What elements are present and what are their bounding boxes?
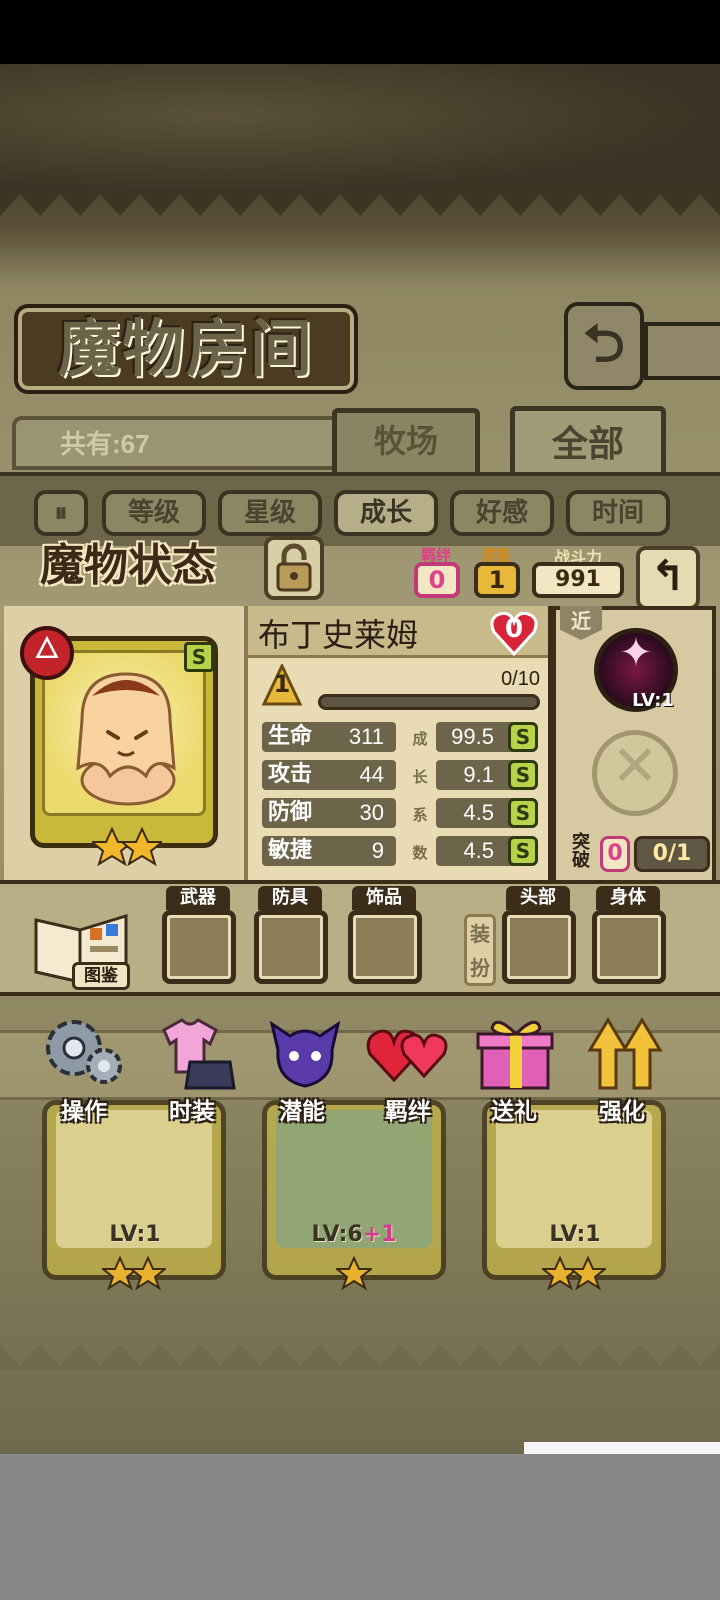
rank-badge: S [184, 642, 214, 672]
breakthrough-progress: 0/1 [634, 836, 710, 872]
outfit-icon[interactable] [150, 1010, 236, 1094]
potential-button[interactable]: 潜能 [252, 1092, 352, 1125]
monster-count: 共有:67 [60, 429, 150, 459]
sort-by-time-button[interactable]: 时间 [566, 490, 670, 536]
fashion-button[interactable]: 时装 [142, 1092, 242, 1125]
monster-level: 1 [273, 670, 291, 698]
bond-button[interactable]: 羁绊 [358, 1092, 458, 1125]
tab-all[interactable]: 全部 [510, 406, 666, 476]
sparkle-skill-icon: ✦ [619, 630, 653, 676]
padlock-icon [276, 543, 312, 592]
combat-power-value: 991 [532, 562, 624, 598]
close-icon: ✕ [611, 734, 659, 799]
atlas-button-label[interactable]: 图鉴 [72, 962, 130, 990]
return-arrow-icon: ↰ [650, 551, 686, 600]
star-icon [336, 1256, 372, 1290]
map-header-band [0, 64, 720, 194]
bond-value: 0 [414, 562, 460, 598]
breakthrough-value: 0 [600, 836, 630, 872]
growth-attack-rank: S [508, 760, 538, 790]
dress-up-label: 装扮 [464, 914, 496, 986]
stat-attack-value: 44 [359, 762, 384, 787]
tab-ranch[interactable]: 牧场 [332, 408, 480, 472]
weapon-slot-label: 武器 [166, 886, 230, 910]
bottom-area [0, 1454, 720, 1600]
fire-icon: 🜂 [33, 631, 61, 666]
pudding-slime-icon [76, 672, 176, 806]
growth-defense-rank: S [508, 798, 538, 828]
top-right-bar [644, 322, 720, 380]
star-icon [102, 1256, 166, 1290]
stat-agility-value: 9 [371, 838, 384, 863]
monster-list-card-level: LV:1 [549, 1222, 601, 1247]
stat-defense-value: 30 [359, 800, 384, 825]
enhance-button[interactable]: 强化 [572, 1092, 672, 1125]
operate-button[interactable]: 操作 [34, 1092, 134, 1125]
body-slot-label: 身体 [596, 886, 660, 910]
breakthrough-label: 突破 [572, 832, 590, 871]
growth-label-char: 系 [412, 806, 428, 824]
body-slot[interactable] [592, 910, 666, 984]
growth-hp-rank: S [508, 722, 538, 752]
star-icon [92, 826, 162, 866]
star-icon [542, 1256, 606, 1290]
sort-by-level-button[interactable]: 等级 [102, 490, 206, 536]
sort-by-favor-button[interactable]: 好感 [450, 490, 554, 536]
monster-list-card-level: LV:6+1 [311, 1222, 397, 1247]
weapon-slot[interactable] [162, 910, 236, 984]
bottom-highlight [524, 1442, 720, 1454]
sort-by-star-button[interactable]: 星级 [218, 490, 322, 536]
armor-slot[interactable] [254, 910, 328, 984]
accessory-slot-label: 饰品 [352, 886, 416, 910]
potential-value: 1 [474, 562, 520, 598]
hearts-icon[interactable] [364, 1010, 450, 1094]
favor-value: 0 [504, 614, 524, 644]
zigzag-border-top [0, 190, 720, 216]
demon-icon[interactable] [262, 1010, 348, 1094]
growth-agility-rank: S [508, 836, 538, 866]
sort-by-growth-button[interactable]: 成长 [334, 490, 438, 536]
head-slot-label: 头部 [506, 886, 570, 910]
exp-bar [318, 694, 540, 710]
skill-level: LV:1 [632, 690, 674, 711]
room-title: 魔物房间 [57, 312, 314, 385]
growth-label-char: 长 [412, 768, 428, 786]
monster-status-title: 魔物状态 [40, 540, 216, 591]
stat-hp-value: 311 [348, 724, 384, 749]
head-slot[interactable] [502, 910, 576, 984]
sort-order-toggle[interactable]: ⏸ [34, 490, 88, 536]
gear-icon[interactable] [40, 1010, 126, 1094]
growth-label-char: 成 [412, 730, 428, 748]
zigzag-border-bottom [0, 1344, 720, 1370]
return-arrow-icon: ⮌ [583, 314, 625, 374]
accessory-slot[interactable] [348, 910, 422, 984]
gift-icon[interactable] [472, 1010, 558, 1094]
monster-name: 布丁史莱姆 [258, 616, 419, 654]
monster-list-card-level: LV:1 [109, 1222, 161, 1247]
gift-button[interactable]: 送礼 [464, 1092, 564, 1125]
status-bar [0, 0, 720, 64]
growth-label-char: 数 [412, 844, 428, 862]
armor-slot-label: 防具 [258, 886, 322, 910]
exp-text: 0/10 [501, 668, 540, 690]
upgrade-arrows-icon[interactable] [582, 1010, 668, 1094]
